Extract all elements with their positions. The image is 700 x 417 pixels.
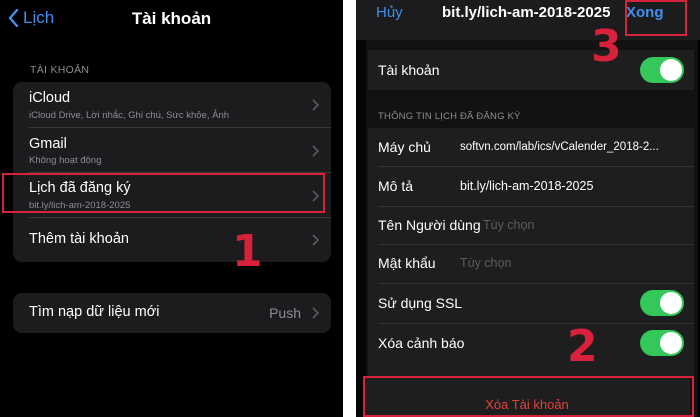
page-title: Tài khoản [131,9,212,28]
chevron-right-icon [312,99,319,111]
remove-alerts-toggle[interactable] [640,330,684,356]
step-number-2: 2 [567,321,598,372]
highlight-box-done [625,0,687,36]
calendar-info-list: Máy chủ softvn.com/lab/ics/vCalender_201… [368,128,694,378]
step-number-1: 1 [232,226,263,277]
accounts-screen: Lịch Tài khoản TÀI KHOẢN iCloud iCloud D… [0,0,343,417]
fetch-new-data-row[interactable]: Tìm nạp dữ liệu mới Push [13,293,331,333]
cancel-button[interactable]: Hủy [376,4,403,21]
background-strip [356,40,366,417]
remove-alerts-label: Xóa cảnh báo [378,335,465,351]
chevron-right-icon [312,307,319,319]
account-toggle-row: Tài khoản [368,50,694,90]
account-row-gmail[interactable]: Gmail Không hoạt động [13,128,331,172]
step-number-3: 3 [591,21,622,72]
account-title: Thêm tài khoản [29,231,129,247]
password-input[interactable]: Tùy chọn [460,256,511,270]
password-row[interactable]: Mật khẩu Tùy chọn [368,245,694,283]
remove-alerts-row: Xóa cảnh báo [368,324,694,364]
account-toggle-label: Tài khoản [378,62,440,78]
server-value[interactable]: softvn.com/lab/ics/vCalender_2018-2... [460,141,659,153]
field-label: Mật khẩu [378,255,436,271]
account-subtitle: Không hoạt động [29,155,102,166]
chevron-right-icon [312,234,319,246]
description-row[interactable]: Mô tả bit.ly/lich-am-2018-2025 [368,167,694,206]
fetch-label: Tìm nạp dữ liệu mới [29,304,160,320]
account-toggle[interactable] [640,57,684,83]
highlight-box-subscribed [2,173,325,213]
accounts-list: iCloud iCloud Drive, Lời nhắc, Ghi chú, … [13,82,331,262]
description-value[interactable]: bit.ly/lich-am-2018-2025 [460,179,593,193]
settings-body: Tài khoản THÔNG TIN LỊCH ĐÃ ĐĂNG KÝ Máy … [366,40,698,417]
ssl-toggle[interactable] [640,290,684,316]
section-header: TÀI KHOẢN [30,64,90,76]
subscribed-calendar-screen: Hủy bit.ly/lich-am-2018-2025 Xong Tài kh… [356,0,700,417]
ssl-label: Sử dụng SSL [378,295,463,311]
username-input[interactable]: Tùy chọn [483,218,534,232]
field-label: Mô tả [378,178,414,194]
chevron-right-icon [312,145,319,157]
highlight-box-delete [363,376,694,417]
add-account-row[interactable]: Thêm tài khoản [13,218,331,262]
server-row[interactable]: Máy chủ softvn.com/lab/ics/vCalender_201… [368,128,694,164]
account-title: iCloud [29,90,71,106]
sheet-title: bit.ly/lich-am-2018-2025 [442,4,611,21]
section-header: THÔNG TIN LỊCH ĐÃ ĐĂNG KÝ [378,111,521,122]
ssl-row: Sử dụng SSL [368,284,694,323]
account-row-icloud[interactable]: iCloud iCloud Drive, Lời nhắc, Ghi chú, … [13,82,331,127]
field-label: Máy chủ [378,139,431,155]
field-label: Tên Người dùng [378,217,481,233]
account-title: Gmail [29,136,67,152]
username-row[interactable]: Tên Người dùng Tùy chọn [368,207,694,244]
fetch-value: Push [269,305,301,321]
account-subtitle: iCloud Drive, Lời nhắc, Ghi chú, Sức khỏ… [29,110,230,121]
